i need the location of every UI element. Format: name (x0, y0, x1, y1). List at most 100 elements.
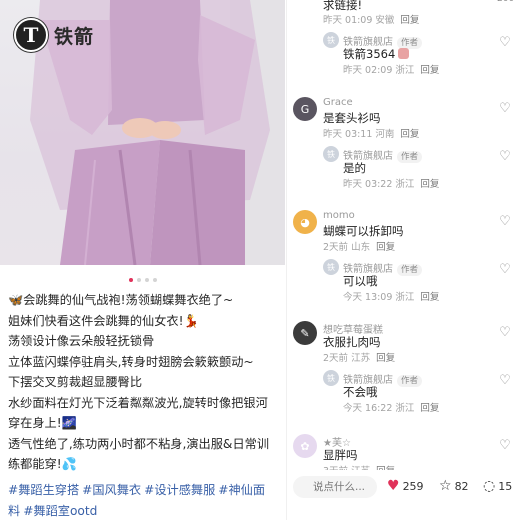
avatar[interactable]: ◕ (293, 210, 317, 234)
favorite-count: 82 (454, 479, 469, 493)
reply-meta: 今天 13:09 浙江 回复 (343, 289, 439, 303)
post-caption: 🦋会跳舞的仙气战袍!荡领蝴蝶舞衣绝了~ 姐妹们快看这件会跳舞的仙女衣!💃 荡领设… (8, 290, 280, 475)
reply-meta: 今天 16:22 浙江 回复 (343, 400, 439, 414)
like-button[interactable]: ♡ (497, 439, 513, 453)
hashtag-link[interactable]: #舞蹈室ootd (23, 504, 97, 518)
heart-outline-icon: ♡ (499, 438, 511, 453)
author-badge: 作者 (397, 264, 423, 276)
reply-text-content: 铁箭3564 (343, 47, 396, 61)
reply-text: 是的 (343, 161, 366, 175)
reply-meta: 昨天 03:22 浙江 回复 (343, 176, 439, 190)
comment-text: 衣服扎肉吗 (323, 335, 381, 349)
comment-meta: 昨天 01:09 安徽 回复 (323, 12, 419, 26)
comment-button[interactable]: ◌ 15 (483, 478, 512, 494)
hashtag-link[interactable]: 料 (8, 504, 20, 518)
heart-outline-icon: ♡ (499, 325, 511, 340)
reply-button[interactable]: 回复 (420, 65, 439, 76)
brand-name: 铁箭 (54, 25, 95, 48)
hashtag-link[interactable]: #神仙面 (218, 483, 265, 497)
comment-meta: 昨天 03:11 河南 回复 (323, 126, 419, 140)
avatar[interactable]: ✿ (293, 434, 317, 458)
like-button[interactable]: ♡ (497, 102, 513, 116)
comment-time-location: 2天前 山东 (323, 242, 371, 253)
post-like-count: 259 (402, 479, 424, 493)
caption-line: 穿在身上!🌌 (8, 416, 77, 430)
star-icon: ☆ (439, 478, 452, 494)
carousel-dot[interactable] (152, 278, 157, 282)
like-button[interactable]: 200 (497, 0, 514, 4)
author-avatar[interactable]: 铁 (323, 32, 339, 48)
carousel-dot[interactable] (136, 278, 141, 282)
like-button[interactable]: ♡ (497, 150, 513, 164)
comment-author[interactable]: momo (323, 210, 355, 221)
avatar[interactable]: ✎ (293, 321, 317, 345)
heart-outline-icon: ♡ (499, 149, 511, 164)
reply-text: 可以哦 (343, 274, 378, 288)
like-post-button[interactable]: ♥ 259 (387, 478, 424, 494)
like-button[interactable]: ♡ (497, 326, 513, 340)
author-badge: 作者 (397, 151, 423, 163)
author-badge: 作者 (397, 375, 423, 387)
comment-author[interactable]: Grace (323, 97, 353, 108)
author-avatar[interactable]: 铁 (323, 259, 339, 275)
reply-text: 铁箭3564 (343, 46, 410, 62)
comment-text: 显胖吗 (323, 448, 358, 462)
comment-time-location: 昨天 03:11 河南 (323, 129, 395, 140)
hashtag-link[interactable]: #舞蹈生穿搭 (8, 483, 79, 497)
reply-button[interactable]: 回复 (420, 292, 439, 303)
like-button[interactable]: ♡ (497, 36, 513, 50)
reply-button[interactable]: 回复 (400, 129, 419, 140)
reply-button[interactable]: 回复 (376, 353, 395, 364)
heart-outline-icon: ♡ (499, 373, 511, 388)
reply-time-location: 昨天 02:09 浙江 (343, 65, 415, 76)
comment-text: 蝴蝶可以拆卸吗 (323, 224, 404, 238)
post-image[interactable]: T 铁箭 (0, 0, 285, 265)
comment-time-location: 2天前 江苏 (323, 353, 371, 364)
caption-line: 荡领设计像云朵般轻抚锁骨 (8, 334, 155, 348)
caption-line: 下摆交叉剪裁超显腰臀比 (8, 375, 143, 389)
avatar[interactable]: G (293, 97, 317, 121)
comment-text: 是套头衫吗 (323, 111, 381, 125)
caption-line: 透气性绝了,练功两小时都不粘身,演出服&日常训 (8, 436, 270, 451)
brand-logo-icon: T (14, 18, 48, 52)
comment-time-location: 昨天 01:09 安徽 (323, 15, 395, 26)
like-button[interactable]: ♡ (497, 374, 513, 388)
carousel-dot[interactable] (128, 278, 133, 282)
comment-count: 15 (498, 479, 513, 493)
caption-line: 练都能穿!💦 (8, 457, 77, 471)
reply-meta: 昨天 02:09 浙江 回复 (343, 62, 439, 76)
brand-watermark: T 铁箭 (14, 18, 94, 52)
like-button[interactable]: ♡ (497, 263, 513, 277)
reply-button[interactable]: 回复 (420, 403, 439, 414)
heart-icon: ♥ (387, 478, 400, 494)
comment-input[interactable] (293, 476, 377, 498)
post-panel: T 铁箭 🦋会跳舞的仙气战袍!荡领蝴蝶舞衣绝了~ 姐妹们快看这件会跳舞的仙女衣!… (0, 0, 285, 520)
caption-line: 🦋会跳舞的仙气战袍!荡领蝴蝶舞衣绝了~ (8, 293, 234, 307)
reply-time-location: 今天 13:09 浙江 (343, 292, 415, 303)
caption-line: 水纱面料在灯光下泛着粼粼波光,旋转时像把银河 (8, 395, 268, 410)
comments-panel: 求链接! 昨天 01:09 安徽回复 200 铁 铁箭旗舰店作者 铁箭3564 … (286, 0, 520, 520)
hashtag-list: #舞蹈生穿搭 #国风舞衣 #设计感舞服 #神仙面 料 #舞蹈室ootd (8, 480, 283, 520)
bottom-action-bar: ✎ ♥ 259 ☆ 82 ◌ 15 (287, 470, 520, 504)
heart-outline-icon: ♡ (499, 35, 511, 50)
carousel-indicator (0, 278, 285, 282)
favorite-button[interactable]: ☆ 82 (439, 478, 469, 494)
like-count: 200 (497, 0, 514, 4)
heart-outline-icon: ♡ (499, 101, 511, 116)
author-avatar[interactable]: 铁 (323, 370, 339, 386)
hashtag-link[interactable]: #国风舞衣 (82, 483, 141, 497)
like-button[interactable]: ♡ (497, 215, 513, 229)
author-avatar[interactable]: 铁 (323, 146, 339, 162)
reply-time-location: 今天 16:22 浙江 (343, 403, 415, 414)
comment-icon: ◌ (483, 478, 496, 494)
reply-text: 不会哦 (343, 385, 378, 399)
reply-button[interactable]: 回复 (400, 15, 419, 26)
comment-meta: 2天前 山东 回复 (323, 239, 395, 253)
caption-line: 立体蓝闪蝶停驻肩头,转身时翅膀会簌簌颤动~ (8, 354, 254, 369)
reply-button[interactable]: 回复 (420, 179, 439, 190)
heart-outline-icon: ♡ (499, 262, 511, 277)
carousel-dot[interactable] (144, 278, 149, 282)
reply-time-location: 昨天 03:22 浙江 (343, 179, 415, 190)
reply-button[interactable]: 回复 (376, 242, 395, 253)
hashtag-link[interactable]: #设计感舞服 (144, 483, 215, 497)
